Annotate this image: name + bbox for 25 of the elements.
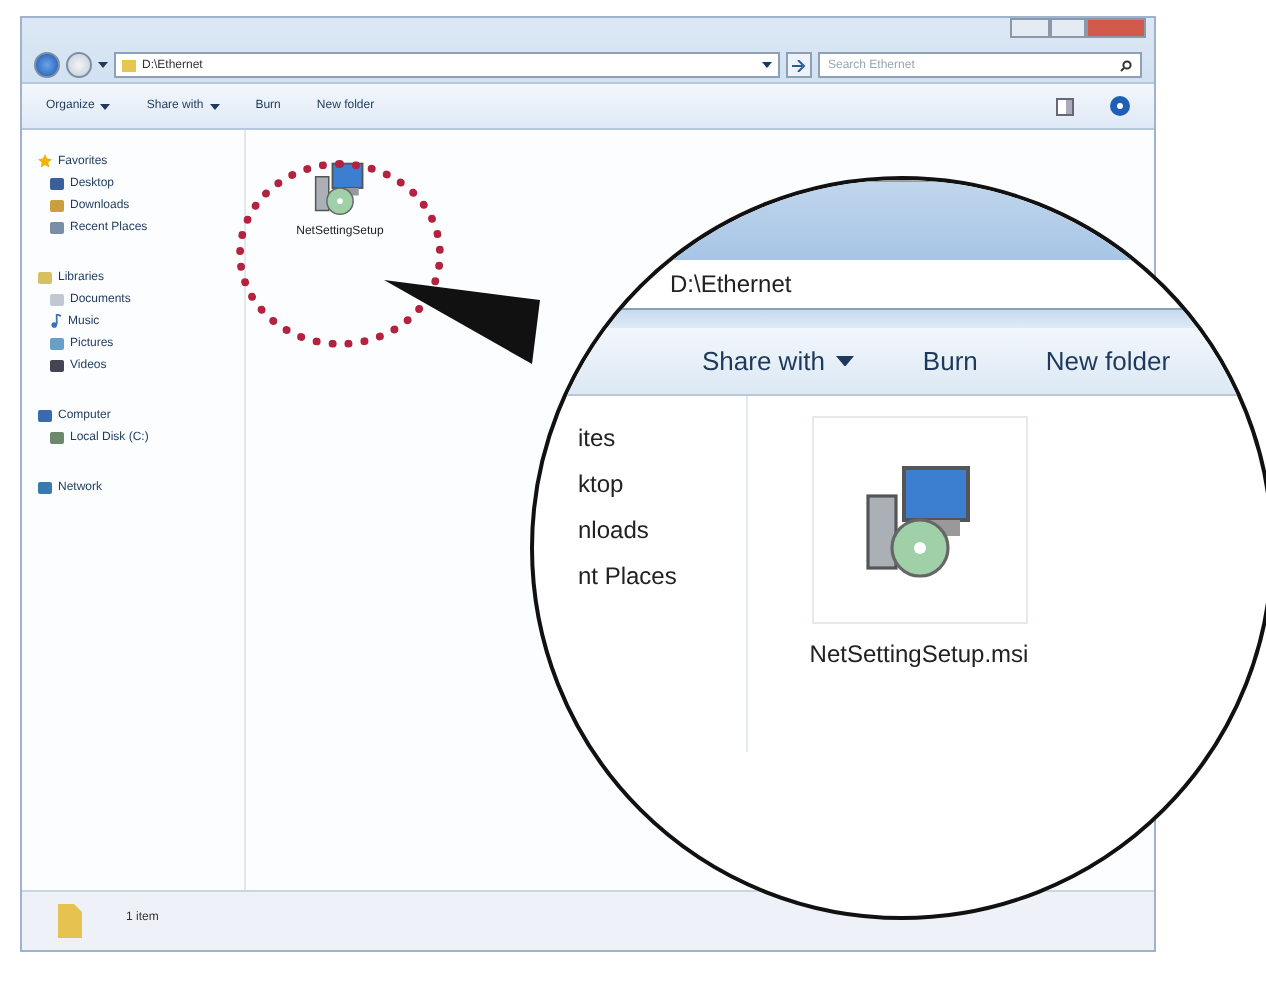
folder-icon (122, 59, 136, 71)
sidebar-item[interactable]: ktop (578, 470, 746, 504)
maximize-button[interactable] (1050, 18, 1086, 38)
folder-icon (54, 900, 86, 940)
file-tile[interactable] (811, 416, 1027, 624)
preview-pane-icon[interactable] (1056, 97, 1074, 115)
toolbar-button[interactable]: New folder (1045, 346, 1171, 376)
toolbar-button[interactable]: Burn (922, 346, 978, 376)
file-name[interactable]: NetSettingSetup.msi (809, 640, 1029, 668)
search-icon (1120, 59, 1132, 71)
back-button[interactable] (34, 52, 60, 78)
sidebar-item[interactable]: ites (578, 424, 746, 458)
go-button[interactable] (786, 52, 812, 78)
star-icon (38, 154, 52, 168)
sidebar-item[interactable]: nloads (578, 516, 746, 550)
caret-icon (762, 62, 772, 68)
sidebar-item[interactable]: nt Places (578, 562, 746, 596)
music-note-icon (50, 314, 62, 328)
caret-icon (98, 62, 108, 68)
arrow-icon (792, 59, 806, 71)
toolbar-button[interactable]: Share with (702, 346, 855, 376)
address-text: D:\Ethernet (668, 268, 794, 302)
help-icon[interactable] (1110, 96, 1130, 116)
forward-button[interactable] (66, 52, 92, 78)
minimize-button[interactable] (1010, 18, 1050, 38)
